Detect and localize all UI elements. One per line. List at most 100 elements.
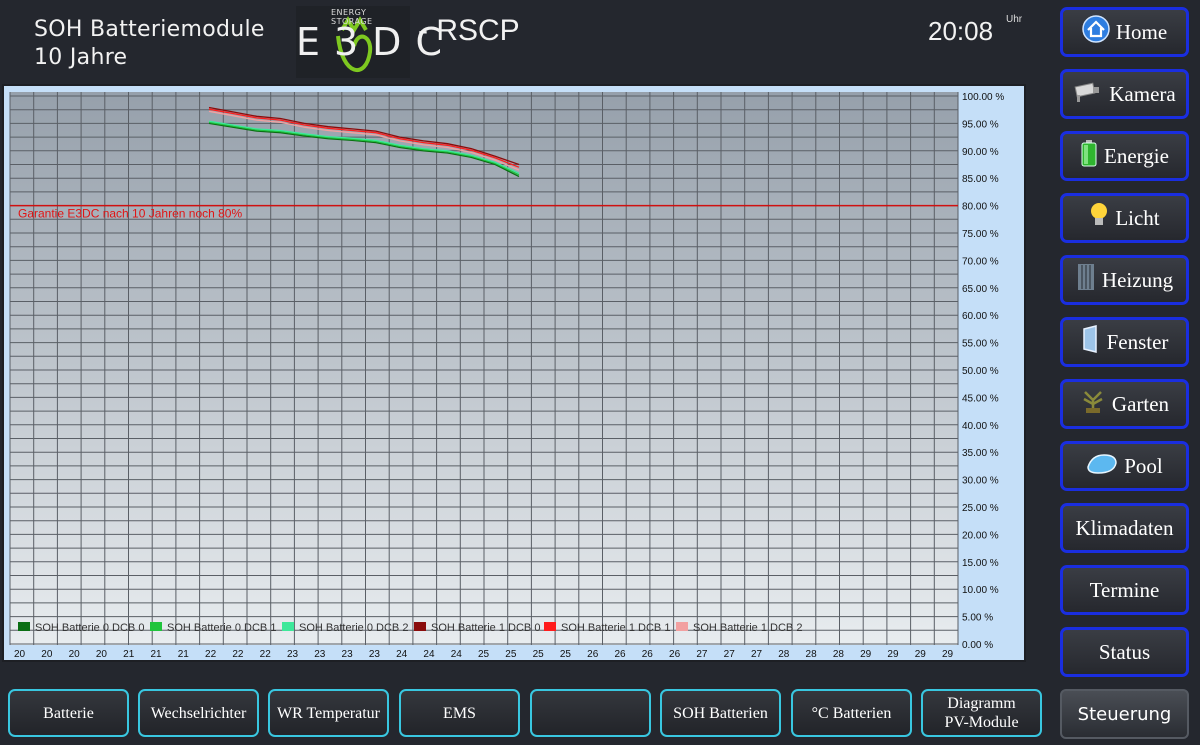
x-tick-label: 26 [642, 649, 654, 660]
legend-label: SOH Batterie 0 DCB 0 [35, 622, 144, 634]
nav-status-button[interactable]: Status [1060, 627, 1189, 677]
tab-ems[interactable]: EMS [399, 689, 520, 737]
y-tick-label: 5.00 % [962, 613, 993, 624]
y-tick-label: 25.00 % [962, 503, 999, 514]
clock-time: 20:08 [928, 16, 994, 46]
nav-licht-button[interactable]: Licht [1060, 193, 1189, 243]
x-tick-label: 24 [423, 649, 435, 660]
legend-label: SOH Batterie 0 DCB 2 [299, 622, 408, 634]
window-icon [1081, 325, 1101, 359]
x-tick-label: 27 [696, 649, 708, 660]
x-axis-labels: 20 20 20 20 21 21 21 22 22 22 23 23 23 23 24 24 24 25 25 25… [14, 649, 954, 660]
y-tick-label: 60.00 % [962, 311, 999, 322]
y-tick-label: 55.00 % [962, 339, 999, 350]
legend-swatch [414, 622, 426, 631]
x-tick-label: 21 [123, 649, 135, 660]
x-tick-label: 28 [806, 649, 818, 660]
tab-wr-temperatur[interactable]: WR Temperatur [268, 689, 389, 737]
nav-kamera-button[interactable]: Kamera [1060, 69, 1189, 119]
nav-label: Kamera [1109, 81, 1176, 106]
tab-wechselrichter[interactable]: Wechselrichter [138, 689, 259, 737]
soh-chart: 100.00 % 95.00 % 90.00 % 85.00 % 80.00 % 75.0… [2, 84, 1026, 662]
x-tick-label: 20 [14, 649, 26, 660]
garden-icon [1080, 388, 1106, 420]
y-tick-label: 40.00 % [962, 421, 999, 432]
nav-label: Energie [1104, 143, 1169, 168]
legend-swatch [18, 622, 30, 631]
nav-energie-button[interactable]: Energie [1060, 131, 1189, 181]
nav-home-button[interactable]: Home [1060, 7, 1189, 57]
x-tick-label: 26 [587, 649, 599, 660]
y-tick-label: 100.00 % [962, 92, 1004, 103]
y-tick-label: 20.00 % [962, 530, 999, 541]
nav-klimadaten-button[interactable]: Klimadaten [1060, 503, 1189, 553]
y-tick-label: 90.00 % [962, 147, 999, 158]
tab-c-batterien[interactable]: °C Batterien [791, 689, 912, 737]
legend-swatch [544, 622, 556, 631]
legend-swatch [150, 622, 162, 631]
nav-label: Fenster [1106, 329, 1169, 354]
nav-fenster-button[interactable]: Fenster [1060, 317, 1189, 367]
x-tick-label: 29 [942, 649, 954, 660]
nav-label: Status [1098, 639, 1151, 664]
legend-label: SOH Batterie 1 DCB 2 [693, 622, 802, 634]
x-tick-label: 20 [41, 649, 53, 660]
x-tick-label: 28 [833, 649, 845, 660]
y-tick-label: 85.00 % [962, 174, 999, 185]
clock-unit: Uhr [1006, 14, 1023, 25]
tab-diagramm-pv-module[interactable]: Diagramm PV-Module [921, 689, 1042, 737]
x-tick-label: 23 [287, 649, 299, 660]
y-tick-label: 80.00 % [962, 202, 999, 213]
y-tick-label: 70.00 % [962, 256, 999, 267]
x-tick-label: 25 [505, 649, 517, 660]
x-tick-label: 22 [232, 649, 244, 660]
y-tick-label: 35.00 % [962, 448, 999, 459]
y-tick-label: 95.00 % [962, 119, 999, 130]
nav-label: Klimadaten [1075, 515, 1174, 540]
x-tick-label: 22 [260, 649, 272, 660]
x-tick-label: 29 [915, 649, 927, 660]
x-tick-label: 28 [778, 649, 790, 660]
y-axis-labels: 100.00 % 95.00 % 90.00 % 85.00 % 80.00 % 75.0… [962, 92, 1004, 651]
y-tick-label: 65.00 % [962, 284, 999, 295]
tab-empty[interactable] [530, 689, 651, 737]
y-tick-label: 30.00 % [962, 476, 999, 487]
nav-termine-button[interactable]: Termine [1060, 565, 1189, 615]
pool-icon [1086, 451, 1118, 481]
nav-garten-button[interactable]: Garten [1060, 379, 1189, 429]
home-icon [1082, 15, 1110, 49]
tab-soh-batterien[interactable]: SOH Batterien [660, 689, 781, 737]
x-tick-label: 29 [887, 649, 899, 660]
y-tick-label: 10.00 % [962, 585, 999, 596]
x-tick-label: 24 [396, 649, 408, 660]
x-tick-label: 20 [96, 649, 108, 660]
e3dc-logo: ENERGY STORAGE E3DC [296, 6, 442, 78]
nav-label: Termine [1089, 577, 1160, 602]
x-tick-label: 25 [533, 649, 545, 660]
page-subtitle: 10 Jahre [34, 45, 128, 70]
y-tick-label: 45.00 % [962, 393, 999, 404]
nav-label: Heizung [1101, 267, 1174, 292]
legend-swatch [282, 622, 294, 631]
nav-heizung-button[interactable]: Heizung [1060, 255, 1189, 305]
x-tick-label: 23 [342, 649, 354, 660]
legend-swatch [676, 622, 688, 631]
x-tick-label: 25 [560, 649, 572, 660]
x-tick-label: 26 [614, 649, 626, 660]
y-tick-label: 15.00 % [962, 558, 999, 569]
page-title: SOH Batteriemodule [34, 17, 265, 42]
nav-label: Licht [1115, 205, 1160, 230]
x-tick-label: 23 [314, 649, 326, 660]
nav-label: Home [1115, 19, 1168, 44]
x-tick-label: 26 [669, 649, 681, 660]
x-tick-label: 21 [150, 649, 162, 660]
steuerung-button[interactable]: Steuerung [1060, 689, 1189, 739]
legend-label: SOH Batterie 1 DCB 0 [431, 622, 540, 634]
x-tick-label: 27 [751, 649, 763, 660]
warranty-annotation: Garantie E3DC nach 10 Jahren noch 80% [18, 207, 242, 221]
x-tick-label: 21 [178, 649, 190, 660]
legend-label: SOH Batterie 0 DCB 1 [167, 622, 276, 634]
tab-batterie[interactable]: Batterie [8, 689, 129, 737]
battery-icon [1080, 139, 1098, 173]
nav-pool-button[interactable]: Pool [1060, 441, 1189, 491]
